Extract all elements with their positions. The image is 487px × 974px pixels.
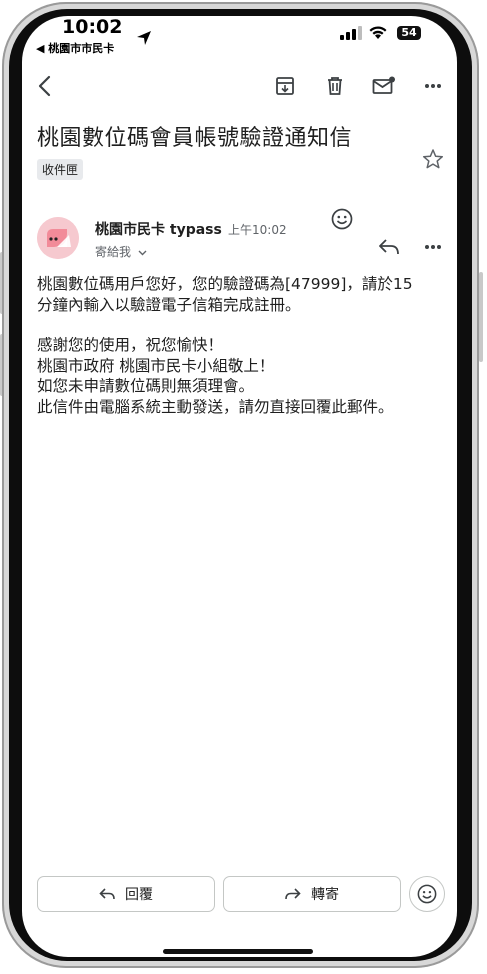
home-indicator[interactable] <box>163 949 313 954</box>
archive-icon <box>276 77 294 95</box>
power-button <box>479 272 483 362</box>
body-line: 如您未申請數位碼則無須理會。 <box>37 377 255 395</box>
body-line: 感謝您的使用，祝您愉快！ <box>37 336 224 354</box>
body-line: 桃園數位碼用戶您好，您的驗證碼為[47999]，請於15 <box>37 275 413 293</box>
body-line: 分鐘內輸入以驗證電子信箱完成註冊。 <box>37 295 301 314</box>
forward-label: 轉寄 <box>311 887 339 903</box>
sender-avatar[interactable] <box>37 217 79 259</box>
wifi-icon <box>369 26 387 39</box>
chevron-down-icon <box>138 250 147 255</box>
reply-arrow-icon <box>99 888 115 900</box>
recipient-toggle[interactable]: 寄給我 <box>95 243 147 260</box>
emoji-smile-icon <box>417 884 437 904</box>
more-options-button[interactable] <box>420 73 446 99</box>
delete-button[interactable] <box>322 73 348 99</box>
email-body: 桃園數位碼用戶您好，您的驗證碼為[47999]，請於15 分鐘內輸入以驗證電子信… <box>37 274 447 417</box>
body-line: 此信件由電腦系統主動發送，請勿直接回覆此郵件。 <box>37 397 394 416</box>
reply-label: 回覆 <box>125 887 153 903</box>
emoji-smile-icon <box>331 208 353 230</box>
screen: 10:02 ◀ 桃園市市民卡 54 桃園數位碼會員帳號驗證通知信 收件匣 桃園市… <box>22 16 457 957</box>
email-timestamp: 上午10:02 <box>228 223 287 237</box>
star-icon <box>422 149 444 169</box>
recipient-label: 寄給我 <box>95 245 132 259</box>
more-horizontal-icon <box>425 245 441 249</box>
location-arrow-icon <box>137 31 151 45</box>
body-line: 桃園市政府 桃園市民卡小組敬上！ <box>37 356 275 375</box>
inbox-label-chip[interactable]: 收件匣 <box>37 159 84 180</box>
back-button[interactable] <box>30 72 58 100</box>
emoji-reaction-button[interactable] <box>409 876 445 912</box>
reply-arrow-icon <box>379 239 399 255</box>
email-subject: 桃園數位碼會員帳號驗證通知信 <box>37 126 353 151</box>
message-more-button[interactable] <box>420 234 446 260</box>
reply-icon-button[interactable] <box>375 234 403 260</box>
sender-logo-icon <box>37 217 79 259</box>
battery-indicator: 54 <box>397 26 421 40</box>
cellular-signal-icon <box>340 26 362 40</box>
trash-icon <box>328 77 342 95</box>
sender-name[interactable]: 桃園市民卡 typass <box>95 219 222 239</box>
add-emoji-reaction-button[interactable] <box>329 206 355 232</box>
chevron-left-icon <box>38 75 51 97</box>
status-time: 10:02 <box>62 16 123 38</box>
reply-button[interactable]: 回覆 <box>37 876 215 912</box>
more-horizontal-icon <box>425 84 441 88</box>
mail-unread-icon <box>372 76 395 94</box>
archive-button[interactable] <box>272 73 298 99</box>
back-to-app-link[interactable]: ◀ 桃園市市民卡 <box>36 40 114 56</box>
forward-button[interactable]: 轉寄 <box>223 876 401 912</box>
star-button[interactable] <box>420 146 446 172</box>
mark-unread-button[interactable] <box>370 73 398 99</box>
forward-arrow-icon <box>285 888 301 900</box>
